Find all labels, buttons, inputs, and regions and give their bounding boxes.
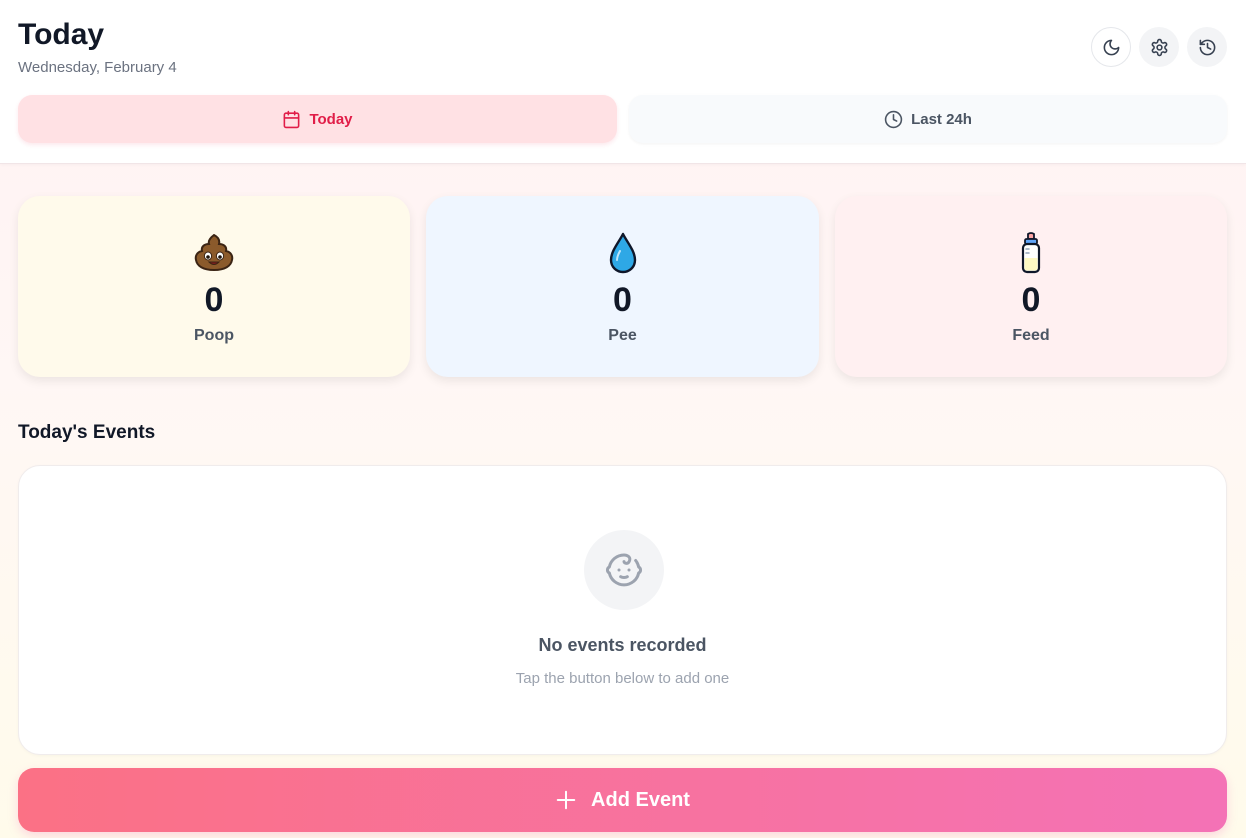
tab-today[interactable]: Today: [18, 95, 617, 143]
events-section-title: Today's Events: [18, 422, 156, 443]
baby-face-icon: [606, 553, 642, 587]
clock-icon: [884, 110, 903, 128]
poop-stat-card: 0 Poop: [18, 196, 410, 377]
poop-label: Poop: [194, 327, 234, 344]
water-drop-icon: [609, 232, 636, 274]
tab-last-24h[interactable]: Last 24h: [629, 95, 1227, 143]
baby-bottle-icon: [1021, 232, 1041, 274]
events-list-panel: No events recorded Tap the button below …: [18, 465, 1227, 755]
pee-stat-card: 0 Pee: [426, 196, 819, 377]
plus-icon: [556, 790, 576, 810]
moon-icon: [1103, 39, 1119, 55]
page-title: Today: [18, 18, 105, 51]
gear-icon: [1151, 38, 1167, 56]
feed-label: Feed: [1012, 327, 1050, 344]
page-date: Wednesday, February 4: [18, 59, 177, 76]
tab-today-label: Today: [309, 110, 353, 128]
app-header: Today Wednesday, February 4 Today Last 2…: [0, 0, 1246, 164]
add-event-label: Add Event: [591, 788, 690, 811]
settings-button[interactable]: [1139, 27, 1179, 67]
tab-last-24h-label: Last 24h: [911, 110, 972, 128]
feed-count: 0: [1021, 281, 1041, 319]
empty-state-icon-circle: [584, 530, 664, 610]
empty-state-title: No events recorded: [538, 635, 707, 655]
poop-count: 0: [204, 281, 224, 319]
poop-emoji-icon: [194, 234, 234, 272]
theme-toggle-button[interactable]: [1091, 27, 1131, 67]
history-button[interactable]: [1187, 27, 1227, 67]
pee-label: Pee: [608, 327, 637, 344]
add-event-button[interactable]: Add Event: [18, 768, 1227, 832]
empty-state-subtitle: Tap the button below to add one: [515, 670, 730, 687]
pee-count: 0: [613, 281, 632, 319]
history-icon: [1199, 39, 1215, 55]
feed-stat-card: 0 Feed: [835, 196, 1227, 377]
calendar-icon: [284, 110, 300, 128]
